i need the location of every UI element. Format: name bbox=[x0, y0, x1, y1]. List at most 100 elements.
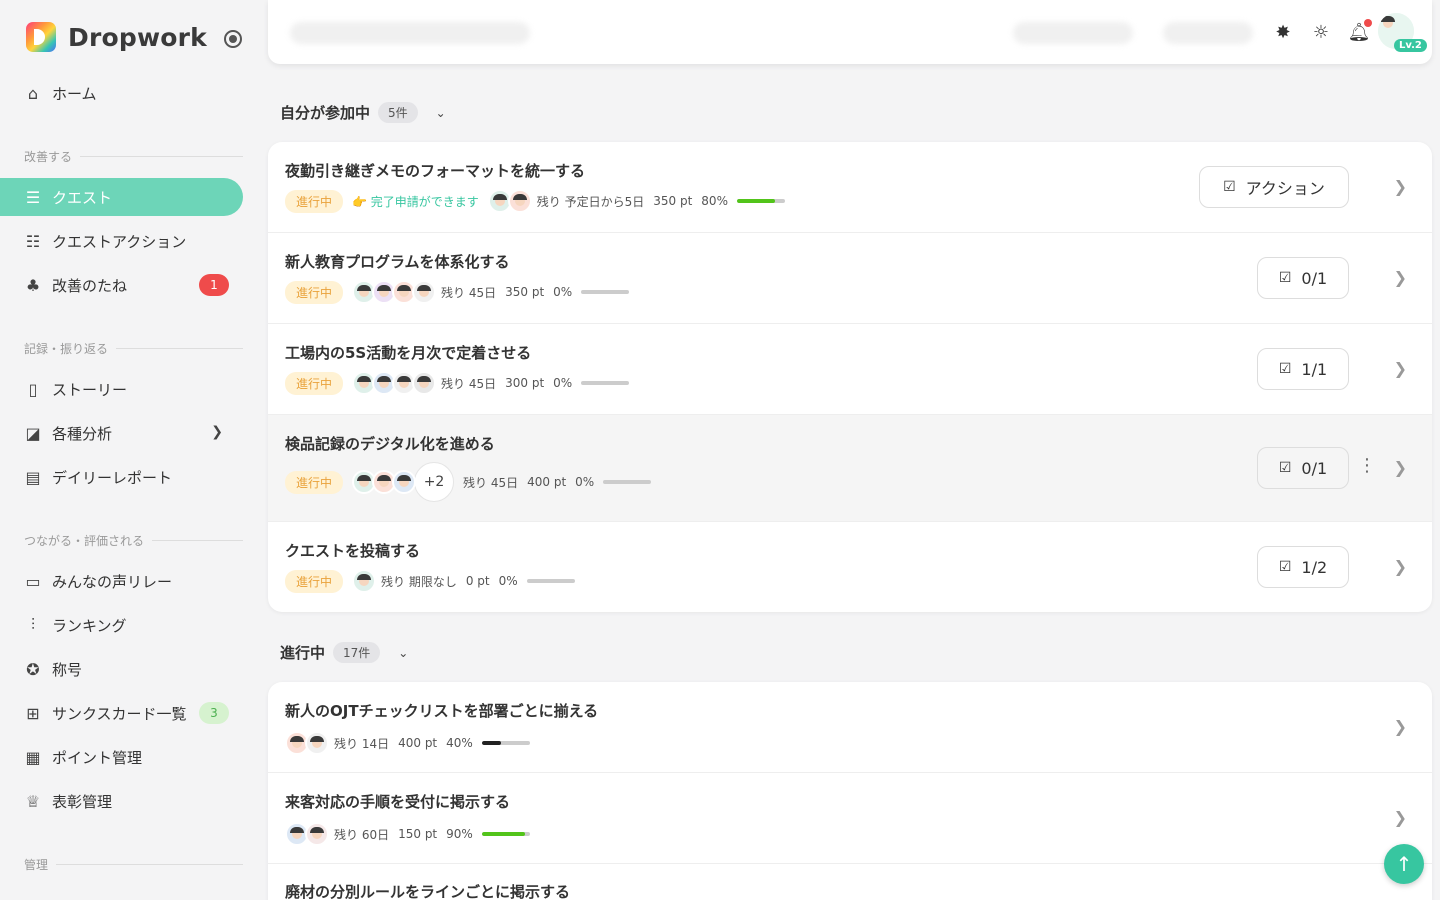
sidebar-item-daily-report[interactable]: ▤ デイリーレポート bbox=[0, 458, 243, 496]
quest-row[interactable]: クエストを投稿する 進行中 残り 期限なし 0 pt 0% ☑ 1/2 ❯ bbox=[268, 522, 1432, 612]
sidebar-item-label: ランキング bbox=[52, 616, 127, 635]
gift-icon: ⊞ bbox=[26, 703, 40, 723]
quest-meta: 残り 14日 400 pt 40% bbox=[285, 731, 530, 755]
bell-icon[interactable]: 🔔︎ bbox=[1347, 19, 1372, 44]
quest-meta: 進行中 残り 45日 300 pt 0% bbox=[285, 371, 630, 395]
chevron-right-icon[interactable]: ❯ bbox=[1394, 808, 1407, 827]
chevron-right-icon[interactable]: ❯ bbox=[1394, 359, 1407, 378]
action-count: 1/1 bbox=[1301, 359, 1328, 379]
checkbox-icon: ☑ bbox=[1278, 460, 1292, 476]
member-avatars bbox=[352, 280, 437, 304]
progress-bar bbox=[581, 290, 630, 294]
section-admin: 管理 bbox=[24, 856, 243, 873]
quest-card-mine: 夜勤引き継ぎメモのフォーマットを統一する 進行中 👉 完了申請ができます 残り … bbox=[268, 142, 1432, 612]
sidebar-item-seeds[interactable]: ♣ 改善のたね 1 bbox=[0, 266, 243, 304]
sidebar-item-label: ホーム bbox=[52, 84, 97, 103]
chevron-down-icon[interactable]: ⌄ bbox=[398, 646, 408, 660]
member-avatars bbox=[352, 371, 437, 395]
quest-row[interactable]: 新人のOJTチェックリストを部署ごとに揃える 残り 14日 400 pt 40%… bbox=[268, 682, 1432, 773]
sidebar-item-label: サンクスカード一覧 bbox=[52, 704, 187, 723]
remaining-days: 残り 予定日から5日 bbox=[536, 194, 645, 209]
report-icon: ▤ bbox=[25, 467, 41, 487]
sidebar-item-ranking[interactable]: ⫶ ランキング bbox=[0, 606, 243, 644]
sidebar-item-thanks-card[interactable]: ⊞ サンクスカード一覧 3 bbox=[0, 694, 243, 732]
chevron-right-icon[interactable]: ❯ bbox=[1394, 557, 1407, 576]
quest-row[interactable]: 工場内の5S活動を月次で定着させる 進行中 残り 45日 300 pt 0% ☑… bbox=[268, 324, 1432, 415]
avatar bbox=[305, 822, 329, 846]
progress-fill bbox=[481, 832, 525, 836]
sidebar-item-points[interactable]: ▦ ポイント管理 bbox=[0, 738, 243, 776]
sidebar-item-story[interactable]: ▯ ストーリー bbox=[0, 370, 243, 408]
sidebar-item-quest[interactable]: ☰ クエスト bbox=[0, 178, 243, 216]
group-header-mine[interactable]: 自分が参加中 5件 ⌄ bbox=[280, 102, 446, 123]
sidebar-toggle-icon[interactable] bbox=[224, 30, 242, 48]
sidebar-item-voice-relay[interactable]: ▭ みんなの声リレー bbox=[0, 562, 243, 600]
user-avatar[interactable]: Lv.2 bbox=[1378, 13, 1427, 52]
quest-meta: 進行中 残り 45日 350 pt 0% bbox=[285, 280, 630, 304]
member-avatars bbox=[352, 569, 377, 593]
action-count-button[interactable]: ☑ 1/1 bbox=[1257, 348, 1349, 390]
sprout-icon: ♣ bbox=[25, 275, 41, 295]
quest-row[interactable]: 夜勤引き継ぎメモのフォーマットを統一する 進行中 👉 完了申請ができます 残り … bbox=[268, 142, 1432, 233]
chevron-right-icon[interactable]: ❯ bbox=[1394, 177, 1407, 196]
checklist-icon: ☷ bbox=[25, 231, 41, 251]
sidebar-item-label: みんなの声リレー bbox=[52, 572, 173, 591]
sidebar-item-award[interactable]: ♕ 表彰管理 bbox=[0, 782, 243, 820]
quest-row[interactable]: 検品記録のデジタル化を進める 進行中 +2 残り 45日 400 pt 0% ☑… bbox=[268, 415, 1432, 522]
action-button[interactable]: ☑ アクション bbox=[1199, 166, 1349, 208]
progress-fill bbox=[481, 741, 501, 745]
avatar bbox=[305, 731, 329, 755]
more-members-button[interactable]: +2 bbox=[414, 462, 455, 502]
scroll-to-top-button[interactable]: ↑ bbox=[1384, 844, 1424, 884]
chevron-right-icon[interactable]: ❯ bbox=[1394, 268, 1407, 287]
sidebar-item-label: デイリーレポート bbox=[52, 468, 173, 487]
quest-row[interactable]: 廃材の分別ルールをラインごとに掲示する bbox=[268, 864, 1432, 900]
status-badge: 進行中 bbox=[285, 569, 344, 593]
progress-bar bbox=[603, 480, 652, 484]
sidebar-item-analysis[interactable]: ◪ 各種分析 ❯ bbox=[0, 414, 243, 452]
quest-title: 廃材の分別ルールをラインごとに掲示する bbox=[285, 883, 571, 900]
action-count-button[interactable]: ☑ 1/2 bbox=[1257, 546, 1349, 588]
sun-icon[interactable]: ☼ bbox=[1309, 20, 1333, 44]
checkbox-icon: ☑ bbox=[1223, 179, 1236, 195]
blurred-search bbox=[290, 22, 530, 44]
sidebar-item-label: クエスト bbox=[52, 188, 113, 207]
quest-meta: 進行中 +2 残り 45日 400 pt 0% bbox=[285, 462, 652, 502]
progress-percent: 0% bbox=[553, 285, 573, 299]
chevron-down-icon[interactable]: ⌄ bbox=[436, 106, 446, 120]
avatar bbox=[412, 280, 437, 304]
level-badge: Lv.2 bbox=[1394, 39, 1427, 52]
points: 0 pt bbox=[465, 574, 490, 588]
group-header-progress[interactable]: 進行中 17件 ⌄ bbox=[280, 642, 408, 663]
action-count-button[interactable]: ☑ 0/1 bbox=[1257, 447, 1349, 489]
lightbulb-icon[interactable]: ✸ bbox=[1271, 20, 1295, 44]
chevron-right-icon[interactable]: ❯ bbox=[1394, 717, 1407, 736]
progress-percent: 0% bbox=[498, 574, 518, 588]
group-count: 5件 bbox=[378, 102, 418, 123]
quest-row[interactable]: 来客対応の手順を受付に掲示する 残り 60日 150 pt 90% ❯ bbox=[268, 773, 1432, 864]
book-icon: ▯ bbox=[28, 379, 38, 399]
quest-row[interactable]: 新人教育プログラムを体系化する 進行中 残り 45日 350 pt 0% ☑ 0… bbox=[268, 233, 1432, 324]
sidebar-item-quest-action[interactable]: ☷ クエストアクション bbox=[0, 222, 243, 260]
arrow-up-icon: ↑ bbox=[1395, 852, 1413, 876]
points: 400 pt bbox=[398, 736, 438, 750]
remaining-days: 残り 60日 bbox=[334, 827, 390, 842]
remaining-days: 残り 45日 bbox=[463, 475, 519, 490]
more-vertical-icon[interactable]: ⋮ bbox=[1358, 455, 1376, 476]
sidebar-item-title[interactable]: ✪ 称号 bbox=[0, 650, 243, 688]
action-label: アクション bbox=[1245, 179, 1325, 198]
thanks-count-badge: 3 bbox=[199, 702, 229, 724]
document-icon: ☰ bbox=[25, 187, 41, 207]
ready-notice: 👉 完了申請ができます bbox=[352, 194, 479, 209]
status-badge: 進行中 bbox=[285, 280, 344, 304]
quest-title: 夜勤引き継ぎメモのフォーマットを統一する bbox=[285, 162, 586, 180]
section-connect: つながる・評価される bbox=[24, 532, 243, 549]
action-count-button[interactable]: ☑ 0/1 bbox=[1257, 257, 1349, 299]
sidebar-item-home[interactable]: ⌂ ホーム bbox=[0, 74, 243, 112]
checkbox-icon: ☑ bbox=[1278, 270, 1292, 286]
points: 350 pt bbox=[653, 194, 693, 208]
points: 150 pt bbox=[398, 827, 438, 841]
chevron-right-icon[interactable]: ❯ bbox=[1394, 458, 1407, 477]
points: 350 pt bbox=[505, 285, 545, 299]
brand-logo[interactable]: Dropwork bbox=[26, 22, 207, 52]
